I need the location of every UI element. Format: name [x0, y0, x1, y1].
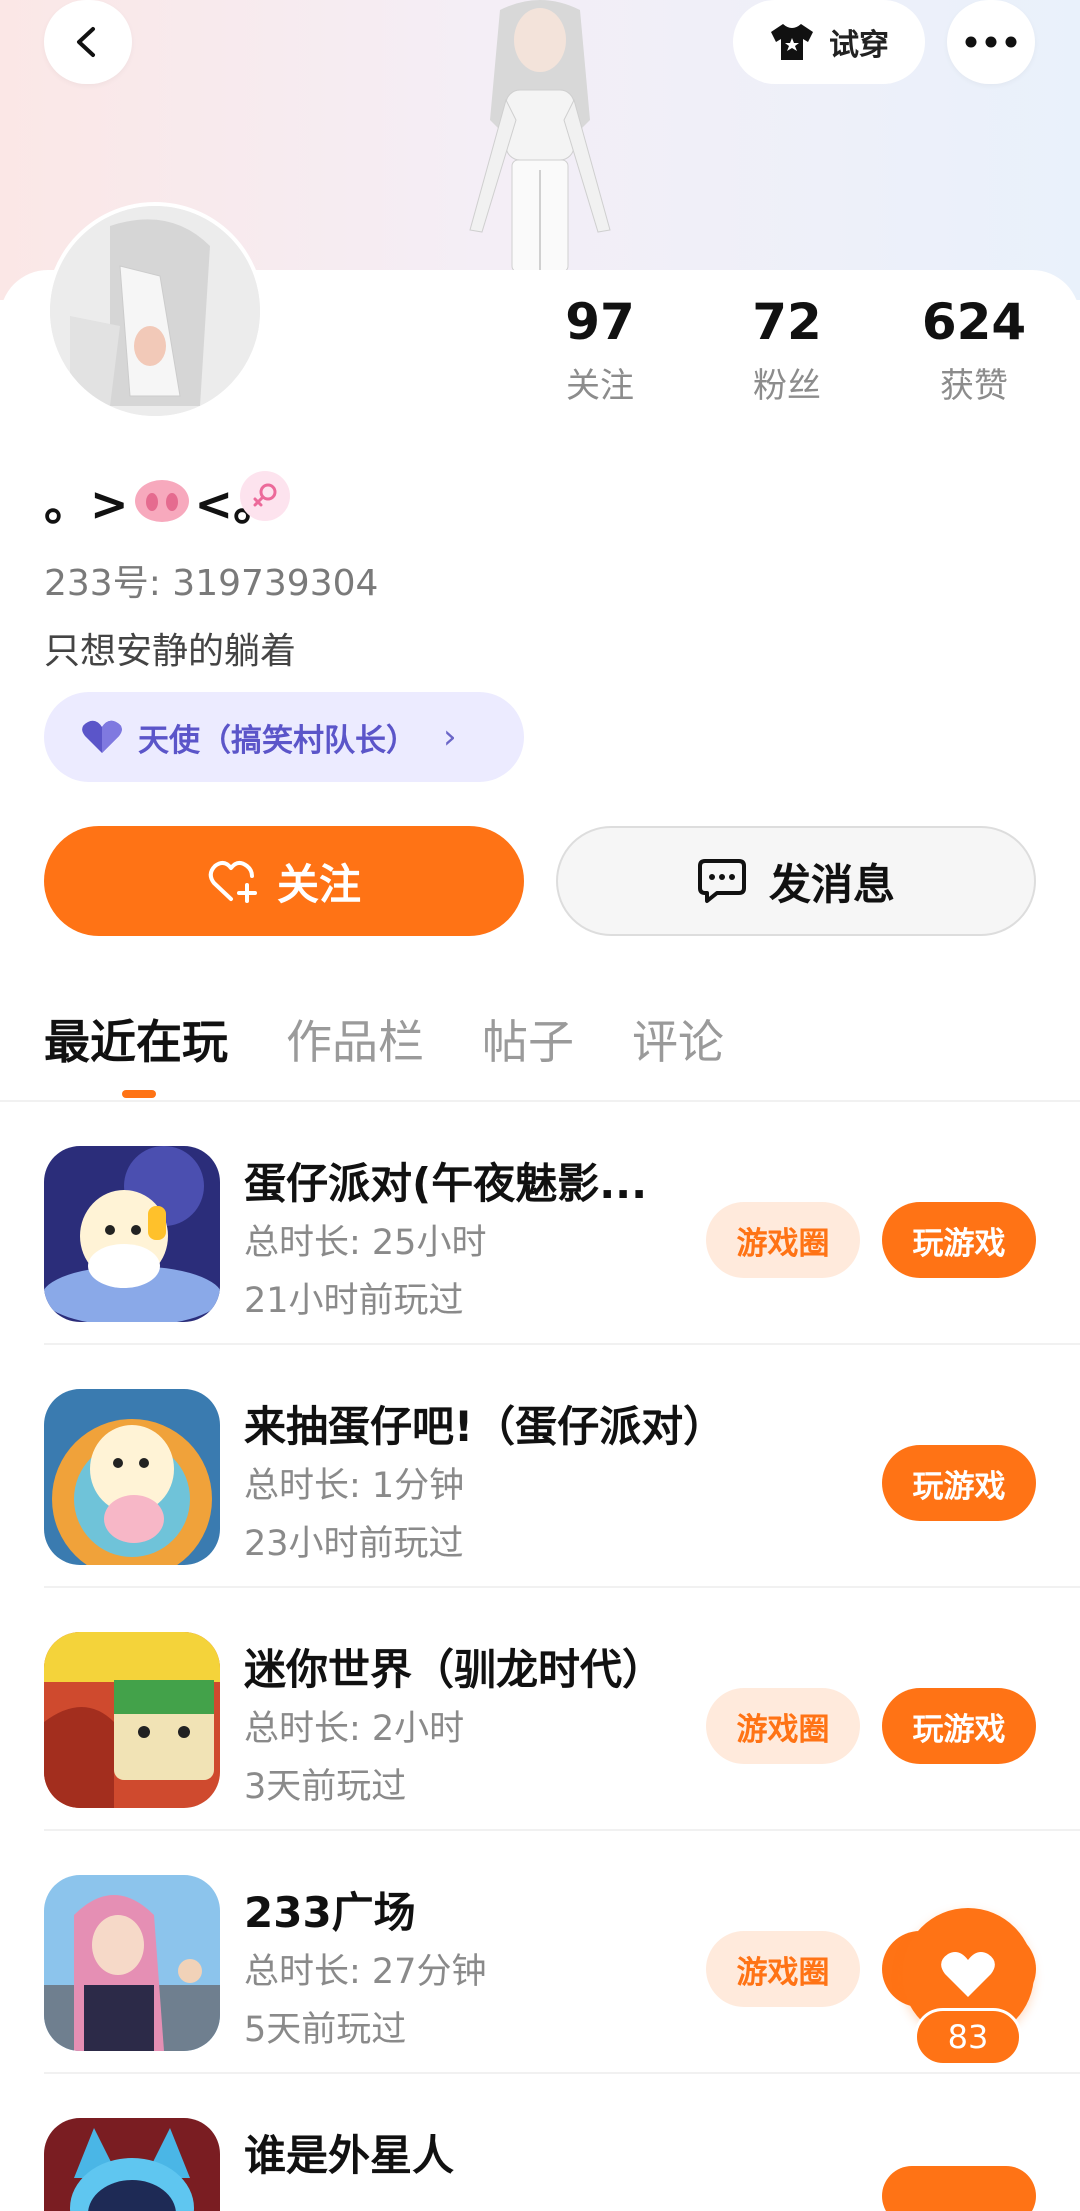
likes-stat[interactable]: 624 获赞: [894, 292, 1054, 407]
game-name: 谁是外星人: [244, 2131, 455, 2180]
game-circle-button[interactable]: 游戏圈: [706, 1931, 860, 2007]
game-icon-mini-world: [44, 1632, 220, 1808]
more-dots-icon: [965, 36, 1017, 48]
heart-plus-icon: [208, 861, 257, 903]
user-id: 233号: 319739304: [44, 563, 379, 604]
tab-recently-played[interactable]: 最近在玩: [44, 1008, 228, 1076]
female-gender-icon: [240, 471, 290, 521]
play-game-button[interactable]: 玩游戏: [882, 1688, 1036, 1764]
game-row[interactable]: 来抽蛋仔吧!（蛋仔派对） 总时长: 1分钟 23小时前玩过 玩游戏: [0, 1345, 1080, 1588]
game-duration: 总时长: 2小时: [244, 1709, 465, 1749]
game-last-played: 21小时前玩过: [244, 1281, 464, 1321]
game-icon-233-plaza: [44, 1875, 220, 2051]
likes-label: 获赞: [940, 366, 1008, 406]
user-bio: 只想安静的躺着: [44, 631, 297, 672]
game-name: 来抽蛋仔吧!（蛋仔派对）: [244, 1402, 726, 1451]
following-count: 97: [565, 293, 635, 351]
follow-label: 关注: [276, 859, 361, 909]
chat-bubble-icon: [697, 859, 746, 903]
followers-stat[interactable]: 72 粉丝: [707, 292, 867, 407]
active-tab-indicator: [122, 1090, 156, 1098]
avatar-3d-figure: [469, 0, 611, 272]
game-name: 迷你世界（驯龙时代）: [244, 1645, 665, 1694]
message-button[interactable]: 发消息: [556, 826, 1036, 936]
game-name: 233广场: [244, 1888, 416, 1937]
play-game-button[interactable]: 玩游戏: [882, 1202, 1036, 1278]
try-on-button[interactable]: 试穿: [733, 0, 925, 84]
game-name: 蛋仔派对(午夜魅影...: [244, 1159, 648, 1208]
title-badge[interactable]: 天使（搞笑村队长） ›: [44, 692, 524, 782]
chevron-left-icon: [77, 27, 95, 57]
chevron-right-icon: ›: [443, 717, 457, 757]
play-game-button-partial[interactable]: [882, 2166, 1036, 2211]
heart-icon: [941, 1952, 995, 1997]
avatar[interactable]: [46, 202, 264, 420]
game-last-played: 5天前玩过: [244, 2010, 407, 2050]
game-row[interactable]: 蛋仔派对(午夜魅影... 总时长: 25小时 21小时前玩过 游戏圈 玩游戏: [0, 1102, 1080, 1345]
game-duration: 总时长: 1分钟: [244, 1466, 465, 1506]
game-duration: 总时长: 27分钟: [244, 1952, 487, 1992]
tab-comments[interactable]: 评论: [632, 1008, 724, 1076]
avatar-image: [50, 206, 260, 416]
game-last-played: 23小时前玩过: [244, 1524, 464, 1564]
followers-label: 粉丝: [753, 366, 821, 406]
try-on-label: 试穿: [829, 28, 889, 63]
title-badge-label: 天使（搞笑村队长）: [138, 722, 417, 759]
following-stat[interactable]: 97 关注: [520, 292, 680, 407]
tab-works[interactable]: 作品栏: [286, 1008, 424, 1076]
tab-posts[interactable]: 帖子: [482, 1008, 574, 1076]
game-duration: 总时长: 25小时: [244, 1223, 487, 1263]
likes-count: 624: [921, 293, 1027, 351]
profile-tabs: 最近在玩 作品栏 帖子 评论: [44, 1008, 724, 1076]
game-icon-eggy-party: [44, 1146, 220, 1322]
game-row[interactable]: 谁是外星人: [0, 2074, 1080, 2211]
game-circle-button[interactable]: 游戏圈: [706, 1688, 860, 1764]
tshirt-icon: [771, 24, 813, 60]
heart-icon: [82, 720, 122, 753]
game-icon-draw-eggy: [44, 1389, 220, 1565]
game-circle-button[interactable]: 游戏圈: [706, 1202, 860, 1278]
play-game-button[interactable]: 玩游戏: [882, 1445, 1036, 1521]
follow-button[interactable]: 关注: [44, 826, 524, 936]
game-last-played: 3天前玩过: [244, 1767, 407, 1807]
message-label: 发消息: [768, 859, 895, 909]
back-button[interactable]: [44, 0, 132, 84]
like-count-badge: 83: [914, 2008, 1022, 2066]
more-button[interactable]: [947, 0, 1035, 84]
followers-count: 72: [752, 293, 822, 351]
game-icon-who-is-alien: [44, 2118, 220, 2211]
following-label: 关注: [566, 366, 634, 406]
pig-nose-emoji-icon: [134, 480, 189, 522]
nickname-left: 。>: [44, 477, 129, 531]
game-row[interactable]: 迷你世界（驯龙时代） 总时长: 2小时 3天前玩过 游戏圈 玩游戏: [0, 1588, 1080, 1831]
